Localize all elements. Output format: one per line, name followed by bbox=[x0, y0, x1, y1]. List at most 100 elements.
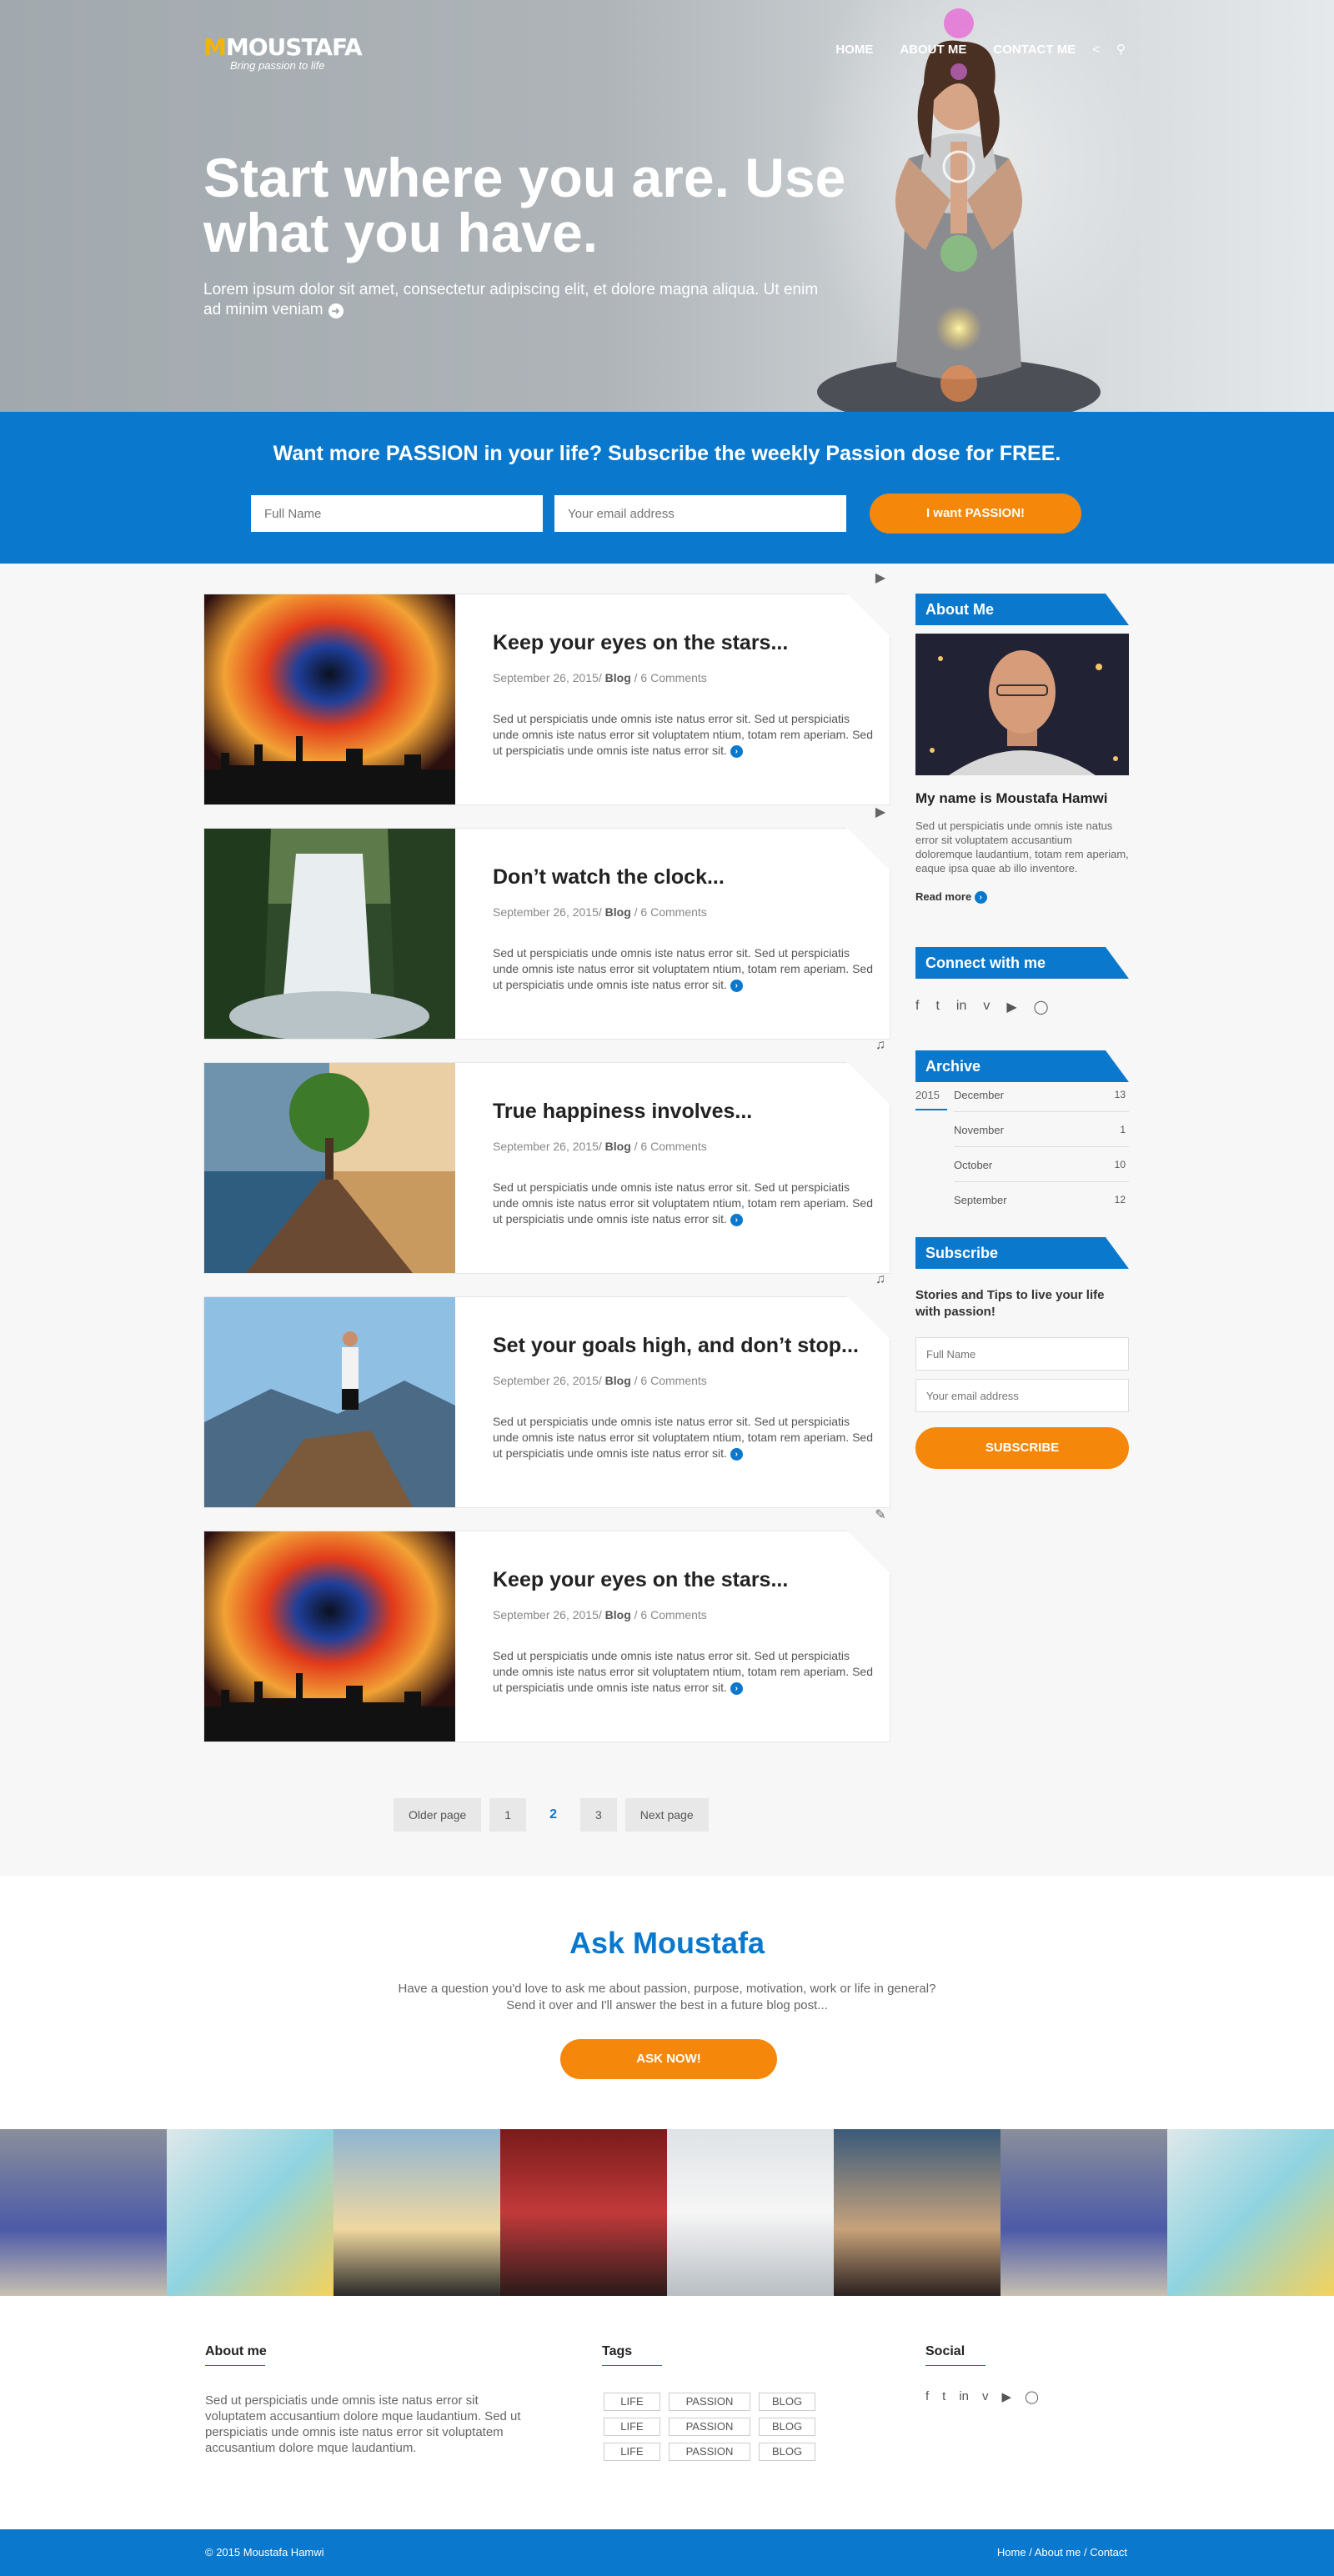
read-more-icon[interactable]: › bbox=[730, 1447, 743, 1461]
tag[interactable]: LIFE bbox=[604, 2443, 660, 2461]
instagram-icon[interactable]: ◯ bbox=[1034, 999, 1049, 1015]
bottom-bar: © 2015 Moustafa Hamwi Home / About me / … bbox=[0, 2529, 1334, 2576]
ask-now-button[interactable]: ASK NOW! bbox=[560, 2039, 777, 2079]
subscribe-band-title: Want more PASSION in your life? Subscrib… bbox=[273, 442, 1061, 465]
post-excerpt: Sed ut perspiciatis unde omnis iste natu… bbox=[493, 1649, 873, 1695]
post-meta: September 26, 2015/ Blog / 6 Comments bbox=[493, 1608, 707, 1621]
post-category[interactable]: Blog bbox=[605, 1608, 631, 1621]
footer-social-icons: f t in v ▶ ◯ bbox=[925, 2389, 1039, 2404]
arrow-right-icon[interactable]: ➜ bbox=[328, 303, 344, 318]
page-1[interactable]: 1 bbox=[489, 1798, 527, 1832]
gallery-photo[interactable] bbox=[0, 2129, 167, 2296]
sidebar-subscribe-button[interactable]: SUBSCRIBE bbox=[915, 1427, 1129, 1469]
share-icon[interactable]: < bbox=[1092, 43, 1100, 57]
archive-item[interactable]: October 10 bbox=[954, 1147, 1129, 1182]
older-page-button[interactable]: Older page bbox=[394, 1798, 482, 1832]
sidebar-name-input[interactable] bbox=[915, 1337, 1129, 1371]
post-title[interactable]: True happiness involves... bbox=[493, 1100, 752, 1124]
archive-item[interactable]: September 12 bbox=[954, 1182, 1129, 1217]
footer: About me Sed ut perspiciatis unde omnis … bbox=[0, 2296, 1334, 2529]
band-name-input[interactable] bbox=[251, 495, 543, 532]
hero-headline: Start where you are. Use what you have. bbox=[203, 147, 846, 263]
tag[interactable]: LIFE bbox=[604, 2393, 660, 2411]
nav-about[interactable]: ABOUT ME bbox=[900, 43, 966, 57]
post-title[interactable]: Keep your eyes on the stars... bbox=[493, 631, 788, 655]
site-logo[interactable]: MMOUSTAFA Bring passion to life bbox=[203, 33, 363, 72]
read-more-icon[interactable]: › bbox=[730, 979, 743, 992]
post-meta: September 26, 2015/ Blog / 6 Comments bbox=[493, 905, 707, 919]
post-thumbnail[interactable] bbox=[204, 1531, 455, 1742]
tag[interactable]: LIFE bbox=[604, 2418, 660, 2436]
band-subscribe-button[interactable]: I want PASSION! bbox=[870, 494, 1081, 534]
post-comments[interactable]: / 6 Comments bbox=[631, 1374, 707, 1387]
facebook-icon[interactable]: f bbox=[915, 999, 919, 1015]
gallery-photo[interactable] bbox=[167, 2129, 334, 2296]
post-title[interactable]: Keep your eyes on the stars... bbox=[493, 1568, 788, 1592]
arrow-right-icon: › bbox=[974, 891, 987, 905]
sidebar-social-icons: f t in v ▶ ◯ bbox=[915, 999, 1049, 1015]
post-category[interactable]: Blog bbox=[605, 671, 631, 684]
tag[interactable]: PASSION bbox=[669, 2393, 750, 2411]
post-thumbnail[interactable] bbox=[204, 1063, 455, 1273]
vimeo-icon[interactable]: v bbox=[982, 2389, 989, 2404]
linkedin-icon[interactable]: in bbox=[959, 2389, 969, 2404]
pagination: Older page 1 2 3 Next page bbox=[394, 1798, 709, 1832]
vimeo-icon[interactable]: v bbox=[983, 999, 990, 1015]
next-page-button[interactable]: Next page bbox=[624, 1798, 709, 1832]
gallery-photo[interactable] bbox=[500, 2129, 667, 2296]
archive-item[interactable]: December 13 bbox=[954, 1077, 1129, 1112]
post-title[interactable]: Don’t watch the clock... bbox=[493, 865, 725, 890]
tag[interactable]: PASSION bbox=[669, 2443, 750, 2461]
gallery-photo[interactable] bbox=[1000, 2129, 1167, 2296]
tag[interactable]: BLOG bbox=[759, 2418, 815, 2436]
instagram-icon[interactable]: ◯ bbox=[1025, 2389, 1039, 2404]
tag[interactable]: BLOG bbox=[759, 2393, 815, 2411]
read-more-icon[interactable]: › bbox=[730, 744, 743, 758]
archive-year[interactable]: 2015 bbox=[915, 1089, 940, 1101]
post-comments[interactable]: / 6 Comments bbox=[631, 1140, 707, 1153]
post-comments[interactable]: / 6 Comments bbox=[631, 905, 707, 919]
band-email-input[interactable] bbox=[554, 495, 846, 532]
about-text: Sed ut perspiciatis unde omnis iste natu… bbox=[915, 819, 1129, 875]
twitter-icon[interactable]: t bbox=[935, 999, 939, 1015]
gallery-photo[interactable] bbox=[834, 2129, 1000, 2296]
gallery-photo[interactable] bbox=[334, 2129, 500, 2296]
nav-contact[interactable]: CONTACT ME bbox=[993, 43, 1076, 57]
gallery-photo[interactable] bbox=[1167, 2129, 1334, 2296]
read-more-link[interactable]: Read more › bbox=[915, 890, 987, 905]
tag-cloud: LIFE PASSION BLOG LIFE PASSION BLOG LIFE… bbox=[604, 2393, 815, 2461]
twitter-icon[interactable]: t bbox=[942, 2389, 945, 2404]
post-thumbnail[interactable] bbox=[204, 594, 455, 804]
sidebar-email-input[interactable] bbox=[915, 1379, 1129, 1412]
youtube-icon[interactable]: ▶ bbox=[1002, 2389, 1012, 2404]
post-thumbnail[interactable] bbox=[204, 1297, 455, 1507]
blog-post: ▶ Don’t watch the clock... September 26,… bbox=[203, 805, 890, 1040]
gallery-photo[interactable] bbox=[667, 2129, 834, 2296]
hero: MMOUSTAFA Bring passion to life HOME ABO… bbox=[0, 0, 1334, 412]
read-more-icon[interactable]: › bbox=[730, 1681, 743, 1695]
post-category[interactable]: Blog bbox=[605, 1374, 631, 1387]
post-thumbnail[interactable] bbox=[204, 829, 455, 1039]
tag[interactable]: PASSION bbox=[669, 2418, 750, 2436]
youtube-icon[interactable]: ▶ bbox=[1006, 999, 1016, 1015]
nav-home[interactable]: HOME bbox=[835, 43, 873, 57]
read-more-icon[interactable]: › bbox=[730, 1213, 743, 1226]
post-title[interactable]: Set your goals high, and don’t stop... bbox=[493, 1334, 859, 1358]
hero-subtext: Lorem ipsum dolor sit amet, consectetur … bbox=[203, 281, 819, 318]
page-2-current[interactable]: 2 bbox=[534, 1798, 572, 1832]
linkedin-icon[interactable]: in bbox=[956, 999, 966, 1015]
page-3[interactable]: 3 bbox=[579, 1798, 617, 1832]
post-comments[interactable]: / 6 Comments bbox=[631, 671, 707, 684]
main-content: ▶ Keep your eyes on the stars... Septemb… bbox=[0, 564, 1334, 1876]
post-comments[interactable]: / 6 Comments bbox=[631, 1608, 707, 1621]
blog-post: ✎ Keep your eyes on the stars... Septemb… bbox=[203, 1508, 890, 1742]
footer-links[interactable]: Home / About me / Contact bbox=[997, 2546, 1127, 2558]
subscribe-heading: Subscribe bbox=[915, 1237, 1129, 1269]
post-category[interactable]: Blog bbox=[605, 905, 631, 919]
facebook-icon[interactable]: f bbox=[925, 2389, 929, 2404]
search-icon[interactable]: ⚲ bbox=[1116, 42, 1126, 57]
profile-photo bbox=[915, 634, 1129, 775]
post-category[interactable]: Blog bbox=[605, 1140, 631, 1153]
tag[interactable]: BLOG bbox=[759, 2443, 815, 2461]
archive-item[interactable]: November 1 bbox=[954, 1112, 1129, 1147]
